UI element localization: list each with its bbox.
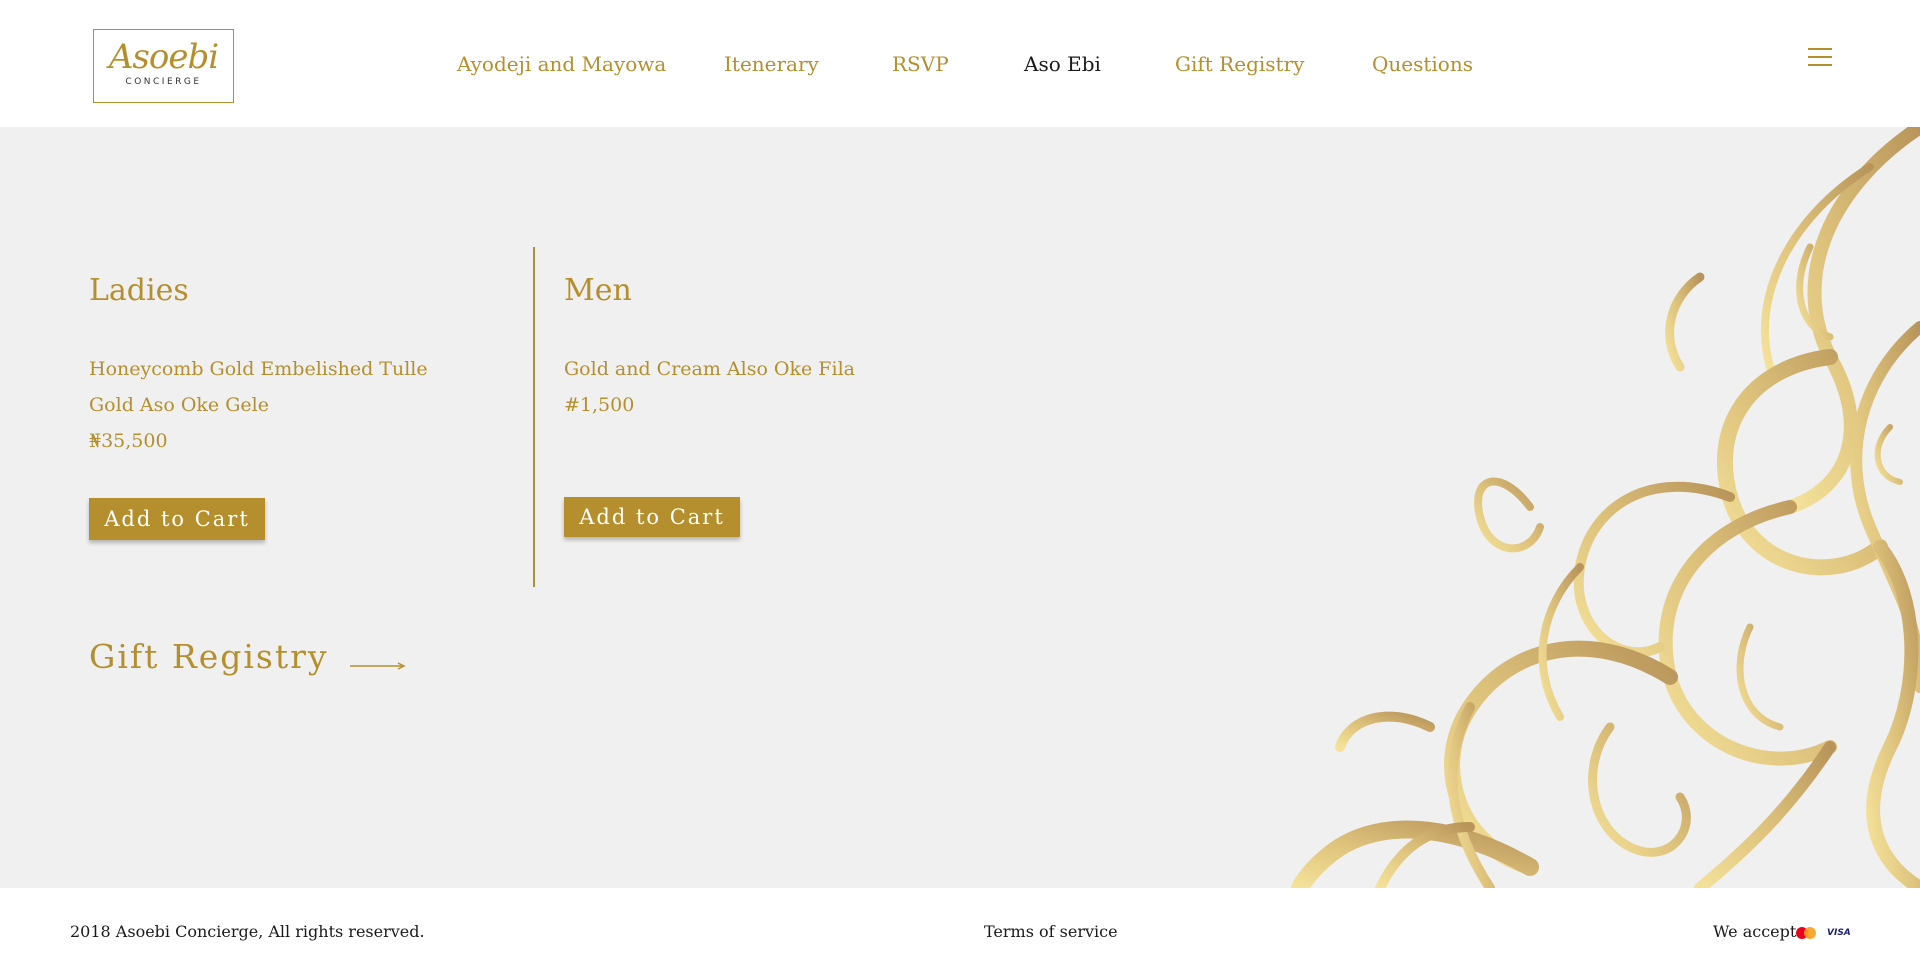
nav-gift-registry[interactable]: Gift Registry	[1175, 52, 1304, 76]
men-add-to-cart-button[interactable]: Add to Cart	[564, 497, 740, 537]
column-divider	[533, 247, 535, 587]
nav-rsvp[interactable]: RSVP	[892, 52, 949, 76]
men-product: Gold and Cream Also Oke Fila	[564, 358, 855, 380]
copyright-text: 2018 Asoebi Concierge, All rights reserv…	[70, 922, 425, 941]
nav-questions[interactable]: Questions	[1372, 52, 1473, 76]
we-accept-label: We accept:	[1713, 922, 1802, 941]
gift-registry-link[interactable]: Gift Registry	[89, 637, 406, 687]
gold-floral-ornament-icon	[1291, 127, 1920, 888]
hamburger-menu-icon[interactable]	[1808, 48, 1832, 70]
nav-ayodeji-and-mayowa[interactable]: Ayodeji and Mayowa	[457, 52, 666, 76]
main-nav: Ayodeji and Mayowa Itenerary RSVP Aso Eb…	[0, 52, 1920, 82]
mastercard-icon	[1796, 927, 1816, 939]
aso-ebi-section: Ladies Honeycomb Gold Embelished Tulle G…	[0, 127, 1920, 888]
ladies-product-line-1: Honeycomb Gold Embelished Tulle	[89, 358, 428, 380]
nav-itenerary[interactable]: Itenerary	[724, 52, 819, 76]
gift-registry-label: Gift Registry	[89, 637, 329, 676]
site-header: Asoebi CONCIERGE Ayodeji and Mayowa Iten…	[0, 0, 1920, 127]
nav-aso-ebi[interactable]: Aso Ebi	[1024, 52, 1101, 76]
ladies-heading: Ladies	[89, 273, 189, 308]
ladies-product-line-2: Gold Aso Oke Gele	[89, 394, 269, 416]
visa-icon: VISA	[1827, 928, 1851, 938]
ladies-price: ₦35,500	[89, 430, 168, 452]
men-heading: Men	[564, 273, 632, 308]
men-price: #1,500	[564, 394, 635, 416]
ladies-add-to-cart-button[interactable]: Add to Cart	[89, 498, 265, 540]
arrow-right-icon	[350, 662, 406, 670]
site-footer: 2018 Asoebi Concierge, All rights reserv…	[0, 888, 1920, 976]
terms-of-service-link[interactable]: Terms of service	[984, 922, 1118, 941]
